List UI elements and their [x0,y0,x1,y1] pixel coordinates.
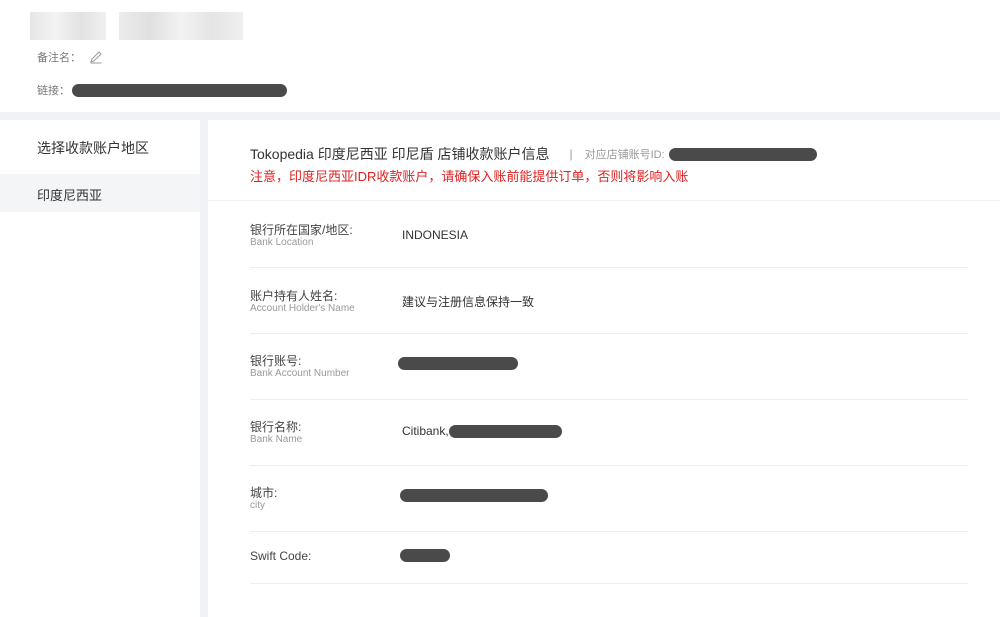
sidebar-title: 选择收款账户地区 [37,140,149,156]
field-value [398,357,518,370]
field-bank-location: 银行所在国家/地区: Bank Location INDONESIA [250,202,968,268]
redacted-city [400,489,548,502]
field-holder-name: 账户持有人姓名: Account Holder's Name 建议与注册信息保持… [250,268,968,334]
field-value [400,489,548,502]
field-label: 账户持有人姓名: [250,289,338,303]
field-label: 城市: [250,486,278,500]
field-city: 城市: city [250,466,968,532]
field-value: 建议与注册信息保持一致 [402,293,534,310]
sidebar-item-indonesia[interactable]: 印度尼西亚 [0,174,200,212]
warning-text: 注意，印度尼西亚IDR收款账户，请确保入账前能提供订单，否则将影响入账 [250,169,689,184]
section-divider [0,112,1000,120]
field-sublabel: city [250,500,265,511]
header-separator: | [569,147,573,161]
link-label: 链接： [37,85,70,97]
field-value [400,549,450,562]
redacted-swift-code [400,549,450,562]
field-label: Swift Code: [250,549,312,563]
redacted-bank-name [448,424,562,438]
remark-label: 备注名： [37,52,81,64]
remark-row: 备注名： [37,49,103,65]
field-label: 银行名称: [250,420,302,434]
field-sublabel: Bank Name [250,434,303,445]
field-value: Citibank, [402,424,562,438]
blurred-store-name [30,12,106,40]
panel-header: Tokopedia 印度尼西亚 印尼盾 店铺收款账户信息 | 对应店铺账号ID: [250,144,817,164]
store-id-label: 对应店铺账号ID: [584,149,665,161]
region-sidebar: 选择收款账户地区 印度尼西亚 [0,120,208,617]
field-sublabel: Bank Location [250,237,314,248]
field-sublabel: Bank Account Number [250,368,350,379]
redacted-store-id [668,147,817,161]
panel-title: Tokopedia 印度尼西亚 印尼盾 店铺收款账户信息 [250,146,550,162]
store-header: 备注名： 链接： [0,0,1000,112]
holder-name-value: 建议与注册信息保持一致 [402,295,535,309]
field-bank-name: 银行名称: Bank Name Citibank, [250,400,968,466]
header-divider [208,200,1000,201]
field-sublabel: Account Holder's Name [250,303,355,314]
field-label: 银行账号: [250,354,302,368]
redacted-account-number [398,357,518,370]
blurred-store-name-2 [119,12,243,40]
redacted-link [72,83,287,97]
bank-location-value: INDONESIA [402,228,469,242]
bank-name-value: Citibank, [402,424,449,438]
field-label: 银行所在国家/地区: [250,223,353,237]
field-account-number: 银行账号: Bank Account Number [250,334,968,400]
field-value: INDONESIA [402,228,468,242]
pencil-icon[interactable] [89,50,103,64]
sidebar-item-label: 印度尼西亚 [37,188,103,203]
field-swift-code: Swift Code: [250,532,968,584]
account-info-panel: Tokopedia 印度尼西亚 印尼盾 店铺收款账户信息 | 对应店铺账号ID:… [208,120,1000,617]
link-row: 链接： [37,82,287,98]
